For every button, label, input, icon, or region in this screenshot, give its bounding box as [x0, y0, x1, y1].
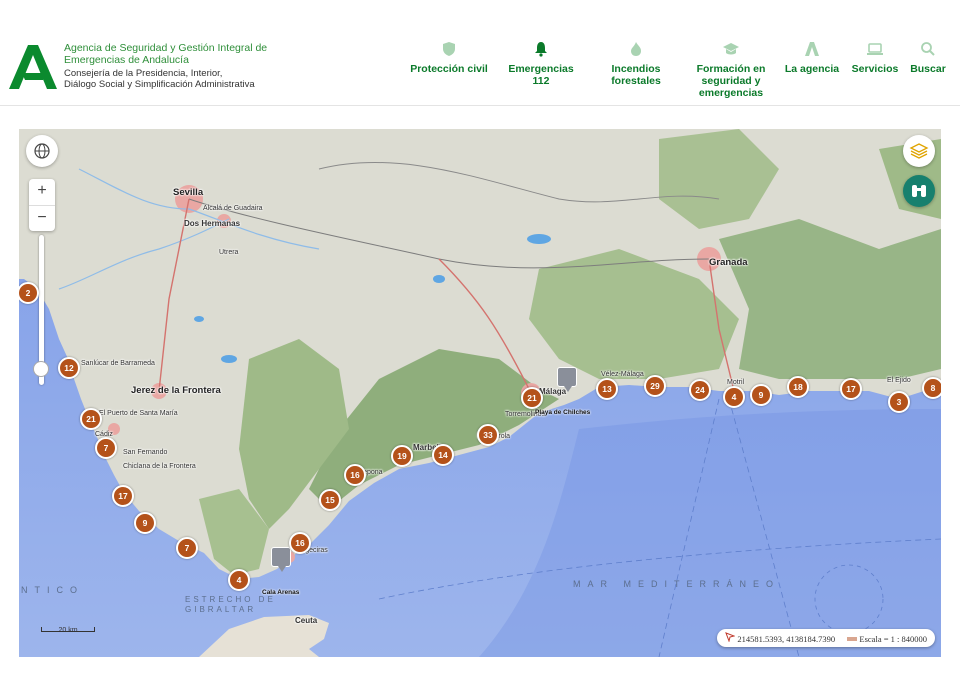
beach-marker-icon[interactable]: [271, 547, 291, 572]
org-title-line1: Agencia de Seguridad y Gestión Integral …: [64, 42, 268, 54]
scale-ruler-icon: [847, 630, 858, 648]
incident-cluster[interactable]: 24: [689, 379, 711, 401]
cursor-icon: [725, 630, 736, 648]
zoom-slider-handle[interactable]: [33, 361, 49, 377]
org-subtitle-line1: Consejería de la Presidencia, Interior,: [64, 68, 223, 79]
incident-cluster[interactable]: 9: [134, 512, 156, 534]
site-header: Agencia de Seguridad y Gestión Integral …: [0, 0, 960, 106]
incident-cluster[interactable]: 8: [922, 377, 941, 399]
zoom-controls: + −: [29, 179, 55, 231]
nav-buscar[interactable]: Buscar: [906, 41, 950, 75]
nav-label: Emergencias: [508, 63, 574, 75]
org-title-line2: Emergencias de Andalucía: [64, 53, 189, 66]
nav-label: Formación en: [696, 63, 766, 75]
incident-cluster[interactable]: 21: [80, 408, 102, 430]
zoom-out-button[interactable]: −: [29, 205, 55, 231]
map-scale: Escala = 1 : 840000: [859, 634, 927, 645]
cursor-coordinates: 214581.5393, 4138184.7390: [737, 634, 836, 645]
layers-button[interactable]: [903, 135, 935, 167]
incident-cluster[interactable]: 33: [477, 424, 499, 446]
beach-label: Cala Arenas: [262, 589, 300, 596]
label-san-fernando: San Fernando: [123, 449, 168, 456]
binoculars-icon: [912, 185, 926, 197]
nav-label-line2: seguridad y: [701, 75, 761, 87]
label-malaga: Málaga: [539, 387, 567, 396]
label-chiclana: Chiclana de la Frontera: [123, 463, 196, 470]
nav-proteccion-civil[interactable]: Protección civil: [405, 41, 493, 75]
globe-button[interactable]: [26, 135, 58, 167]
label-dos-hermanas: Dos Hermanas: [184, 219, 241, 228]
binoculars-button[interactable]: [903, 175, 935, 207]
layers-icon: [909, 143, 929, 159]
nav-la-agencia[interactable]: La agencia: [780, 41, 844, 75]
label-utrera: Utrera: [219, 249, 239, 256]
search-icon: [906, 41, 950, 63]
incident-cluster[interactable]: 12: [58, 357, 80, 379]
sea-label-mediterraneo: MAR MEDITERRÁNEO: [573, 579, 781, 589]
nav-formacion[interactable]: Formación en seguridad y emergencias: [690, 41, 772, 99]
nav-label-line2: 112: [532, 75, 550, 87]
nav-incendios-forestales[interactable]: Incendios forestales: [596, 41, 676, 87]
nav-label: La agencia: [784, 63, 840, 75]
label-el-ejido: El Ejido: [887, 377, 911, 384]
nav-emergencias-112[interactable]: Emergencias 112: [503, 41, 579, 87]
org-subtitle-line2: Diálogo Social y Simplificación Administ…: [64, 79, 255, 90]
label-el-puerto: El Puerto de Santa María: [99, 410, 178, 417]
junta-andalucia-logo[interactable]: [8, 43, 58, 91]
organization-name: Agencia de Seguridad y Gestión Integral …: [64, 42, 304, 90]
incident-cluster[interactable]: 17: [112, 485, 134, 507]
sea-label-atlantico: NTICO: [21, 585, 84, 595]
beach-marker-icon[interactable]: [557, 367, 577, 392]
nav-label: Protección civil: [410, 63, 488, 75]
incident-cluster[interactable]: 9: [750, 384, 772, 406]
scale-bar-line: 20 km: [41, 627, 95, 634]
incident-cluster[interactable]: 15: [319, 489, 341, 511]
globe-icon: [34, 143, 50, 159]
incident-cluster[interactable]: 17: [840, 378, 862, 400]
agency-logo-icon: [780, 41, 844, 63]
strait-label-line2: GIBRALTAR: [185, 605, 257, 614]
strait-label-line1: ESTRECHO DE: [185, 595, 276, 604]
label-granada: Granada: [709, 257, 748, 268]
beach-label: Playa de Chilches: [535, 409, 591, 416]
graduation-cap-icon: [690, 41, 772, 63]
incident-cluster[interactable]: 19: [391, 445, 413, 467]
nav-label-line3: emergencias: [698, 87, 764, 99]
incident-cluster[interactable]: 16: [344, 464, 366, 486]
incident-cluster[interactable]: 3: [888, 391, 910, 413]
incident-cluster[interactable]: 7: [95, 437, 117, 459]
strait-label: ESTRECHO DE GIBRALTAR: [185, 595, 276, 615]
shield-icon: [405, 41, 493, 63]
label-motril: Motril: [727, 379, 745, 386]
incident-cluster[interactable]: 4: [723, 386, 745, 408]
coordinates-scale-box: 214581.5393, 4138184.7390 Escala = 1 : 8…: [717, 629, 935, 647]
label-sevilla: Sevilla: [173, 187, 204, 198]
incident-cluster[interactable]: 4: [228, 569, 250, 591]
zoom-in-button[interactable]: +: [29, 179, 55, 205]
bell-icon: [503, 41, 579, 63]
nav-label-line2: forestales: [611, 75, 661, 87]
laptop-icon: [848, 41, 902, 63]
incident-cluster[interactable]: 18: [787, 376, 809, 398]
label-sanlucar: Sanlúcar de Barrameda: [81, 360, 155, 367]
incident-cluster[interactable]: 21: [521, 387, 543, 409]
nav-label: Buscar: [910, 63, 946, 75]
incident-cluster[interactable]: 29: [644, 375, 666, 397]
label-alcala: Alcalá de Guadaira: [203, 205, 263, 212]
nav-label: Servicios: [851, 63, 899, 75]
incident-cluster[interactable]: 16: [289, 532, 311, 554]
label-jerez: Jerez de la Frontera: [131, 385, 221, 396]
label-ceuta: Ceuta: [295, 616, 318, 625]
label-velez-malaga: Vélez-Málaga: [601, 371, 644, 378]
incident-cluster[interactable]: 13: [596, 378, 618, 400]
incident-cluster[interactable]: 14: [432, 444, 454, 466]
nav-servicios[interactable]: Servicios: [848, 41, 902, 75]
scale-bar-label: 20 km: [58, 627, 78, 634]
incident-cluster[interactable]: 7: [176, 537, 198, 559]
nav-label: Incendios: [611, 63, 661, 75]
flame-icon: [596, 41, 676, 63]
map-viewport[interactable]: + − Sevilla Alcalá de Guadaira Dos Herma…: [19, 129, 941, 657]
